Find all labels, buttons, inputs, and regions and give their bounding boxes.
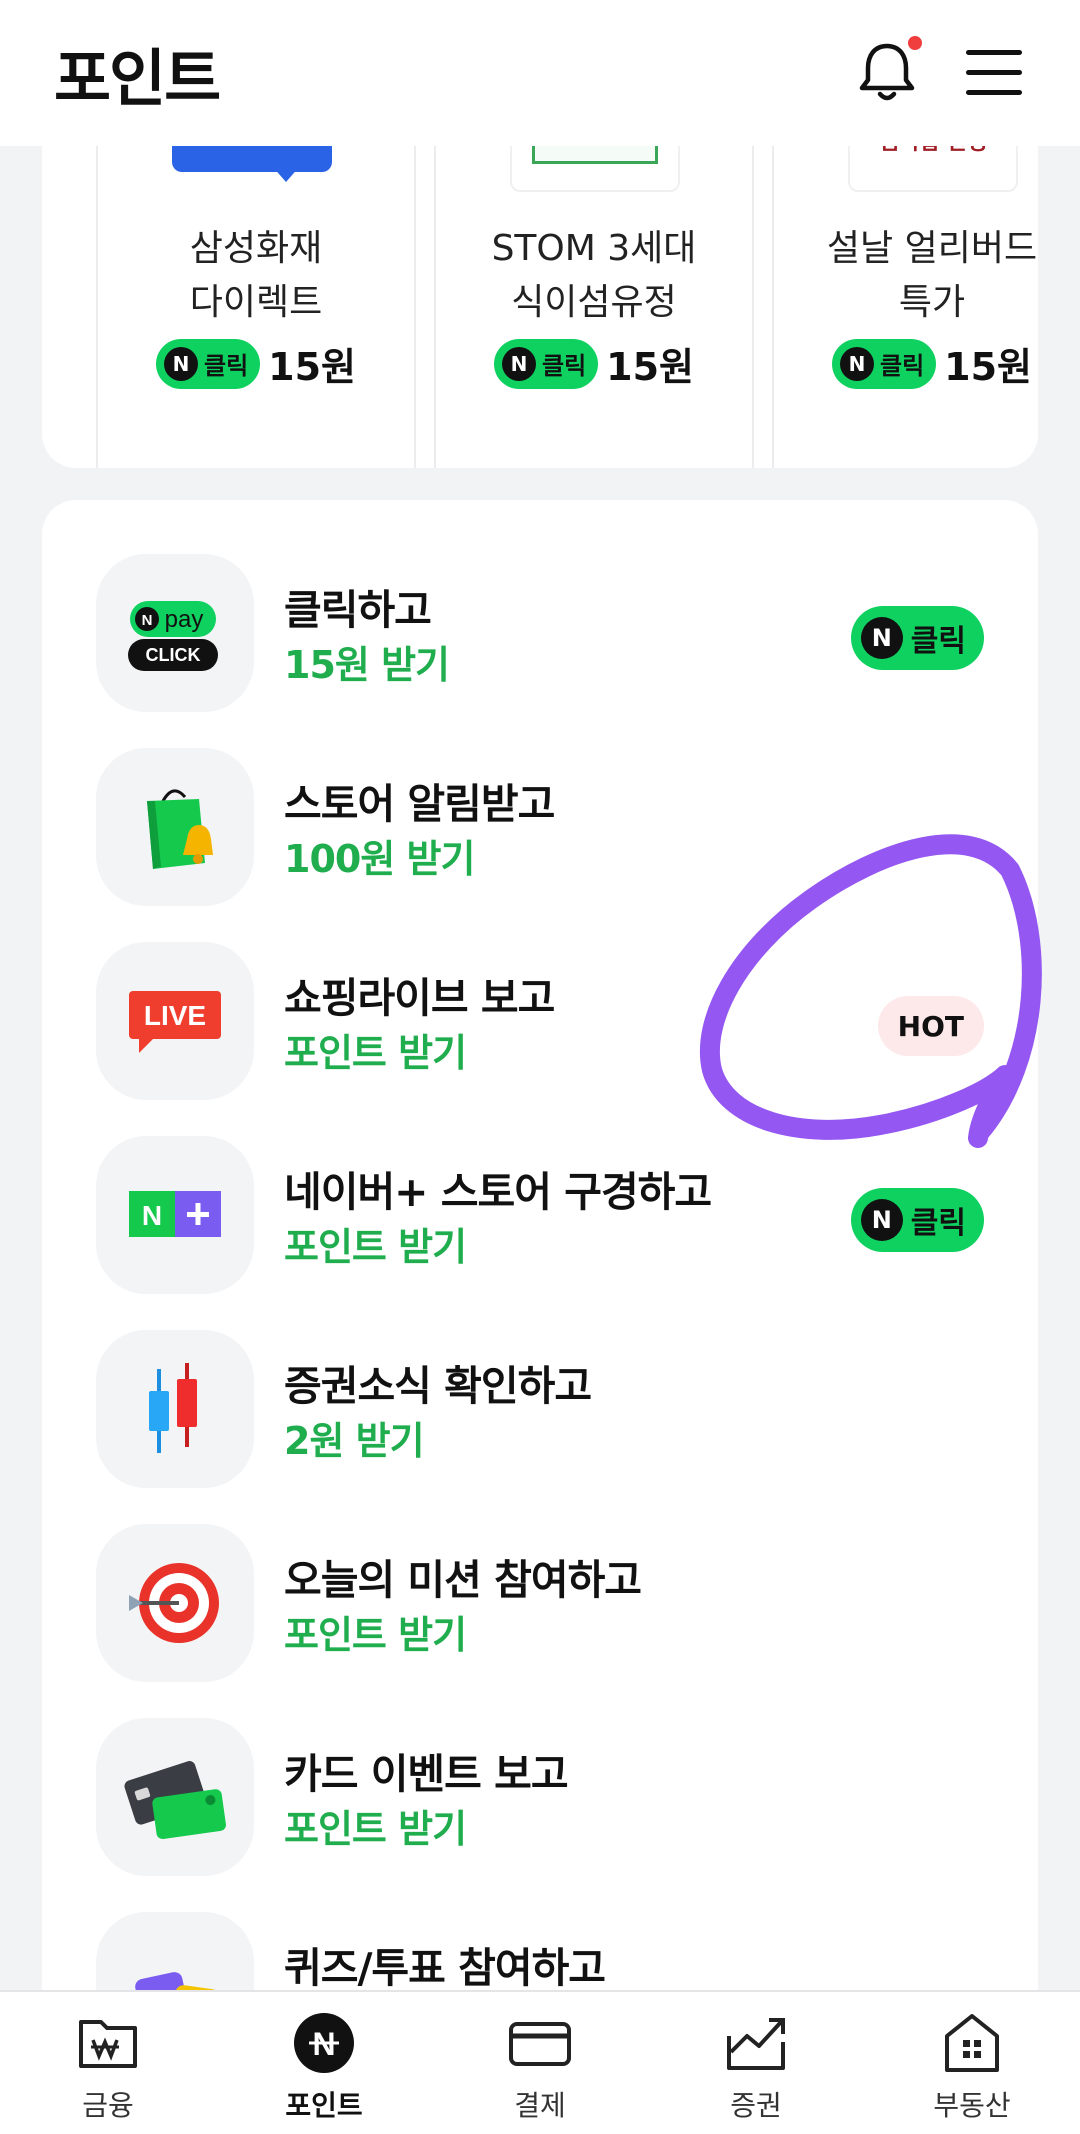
task-row-naver-plus-store[interactable]: N 네이버+ 스토어 구경하고 포인트 받기 N 클릭 <box>42 1136 1038 1330</box>
naver-n-icon: N <box>860 617 903 659</box>
candlestick-icon <box>96 1330 254 1488</box>
card-icon <box>96 1718 254 1876</box>
live-icon: LIVE <box>96 942 254 1100</box>
task-title: 카드 이벤트 보고 <box>284 1750 569 1798</box>
task-title: 스토어 알림받고 <box>284 780 555 828</box>
naver-n-icon: N <box>163 346 198 381</box>
task-title: 클릭하고 <box>284 586 432 634</box>
real-estate-icon <box>945 2014 999 2072</box>
task-row-shopping-live[interactable]: LIVE 쇼핑라이브 보고 포인트 받기 HOT <box>42 942 1038 1136</box>
task-reward: 포인트 받기 <box>284 1225 467 1269</box>
task-title: 쇼핑라이브 보고 <box>284 974 555 1022</box>
task-row-stock-news[interactable]: 증권소식 확인하고 2원 받기 <box>42 1330 1038 1524</box>
hamburger-menu-icon[interactable] <box>966 46 1026 98</box>
task-row-card-event[interactable]: 카드 이벤트 보고 포인트 받기 <box>42 1718 1038 1912</box>
ad-reward: N 클릭 15원 <box>98 336 414 391</box>
nav-label: 증권 <box>730 2089 782 2122</box>
task-list: N pay CLICK 클릭하고 15원 받기 N 클릭 스토어 알림받고 100… <box>42 500 1038 2134</box>
ad-item[interactable]: 멤버십 한정 설날 얼리버드특가 N클릭15원 <box>772 90 1038 468</box>
bottom-navigation: 금융 N 포인트 결제 증권 부동산 <box>0 1990 1080 2134</box>
ad-item[interactable]: STOM 3세대 식이섬유정 N 클릭 15원 <box>434 90 754 468</box>
naver-plus-icon: N <box>96 1136 254 1294</box>
svg-text:CLICK: CLICK <box>146 645 201 665</box>
click-badge: N 클릭 <box>831 338 937 389</box>
ad-carousel: 삼성화재다이렉트 N클릭15원 STOM 3세대식이섬유정 N클릭15원 멤버십… <box>42 90 1038 468</box>
task-title: 퀴즈/투표 참여하고 <box>284 1944 606 1992</box>
nav-item-payment[interactable]: 결제 <box>460 2012 620 2124</box>
app-header: 포인트 <box>0 0 1080 146</box>
nav-item-point[interactable]: N 포인트 <box>244 2012 404 2124</box>
click-badge: N 클릭 <box>493 338 599 389</box>
task-reward: 포인트 받기 <box>284 1613 467 1657</box>
hot-badge: HOT <box>877 996 984 1056</box>
task-reward: 15원 받기 <box>284 643 450 687</box>
task-row-store-alarm[interactable]: 스토어 알림받고 100원 받기 <box>42 748 1038 942</box>
ad-reward: N 클릭 15원 <box>436 336 752 391</box>
click-action-button[interactable]: N 클릭 <box>850 1188 984 1252</box>
nav-label: 부동산 <box>933 2089 1011 2122</box>
task-reward: 포인트 받기 <box>284 1807 467 1851</box>
svg-text:pay: pay <box>165 606 204 633</box>
nav-item-stocks[interactable]: 증권 <box>676 2012 836 2124</box>
nav-label: 금융 <box>82 2089 134 2122</box>
task-title: 네이버+ 스토어 구경하고 <box>284 1168 712 1216</box>
target-icon <box>96 1524 254 1682</box>
npay-click-icon: N pay CLICK <box>96 554 254 712</box>
svg-text:N: N <box>142 612 153 629</box>
task-reward: 2원 받기 <box>284 1419 425 1463</box>
naver-n-icon: N <box>860 1199 903 1241</box>
shopping-bag-bell-icon <box>96 748 254 906</box>
task-title: 증권소식 확인하고 <box>284 1362 592 1410</box>
svg-text:LIVE: LIVE <box>144 1000 206 1031</box>
naver-n-icon: N <box>839 346 874 381</box>
stock-chart-icon <box>727 2018 785 2070</box>
notification-dot <box>908 36 922 50</box>
ad-name: STOM 3세대 식이섬유정 <box>491 228 697 323</box>
ad-name: 삼성화재 다이렉트 <box>189 228 323 323</box>
task-reward: 포인트 받기 <box>284 1031 467 1075</box>
card-payment-icon <box>509 2022 571 2066</box>
task-row-daily-mission[interactable]: 오늘의 미션 참여하고 포인트 받기 <box>42 1524 1038 1718</box>
task-title: 오늘의 미션 참여하고 <box>284 1556 642 1604</box>
page-title: 포인트 <box>54 42 221 115</box>
ad-item[interactable]: 삼성화재 다이렉트 N 클릭 15원 <box>96 90 416 468</box>
task-row-click[interactable]: N pay CLICK 클릭하고 15원 받기 N 클릭 <box>42 554 1038 748</box>
svg-text:N: N <box>142 1200 162 1231</box>
point-icon: N <box>294 2013 354 2073</box>
nav-item-real-estate[interactable]: 부동산 <box>892 2012 1052 2124</box>
nav-item-finance[interactable]: 금융 <box>28 2012 188 2124</box>
finance-folder-icon <box>79 2020 137 2068</box>
nav-label: 포인트 <box>285 2089 363 2122</box>
naver-n-icon: N <box>501 346 536 381</box>
click-action-button[interactable]: N 클릭 <box>850 606 984 670</box>
ad-reward: N 클릭 15원 <box>774 336 1038 391</box>
click-badge: N 클릭 <box>155 338 261 389</box>
nav-label: 결제 <box>514 2089 566 2122</box>
task-reward: 100원 받기 <box>284 837 475 881</box>
ad-name: 설날 얼리버드 특가 <box>826 228 1038 323</box>
